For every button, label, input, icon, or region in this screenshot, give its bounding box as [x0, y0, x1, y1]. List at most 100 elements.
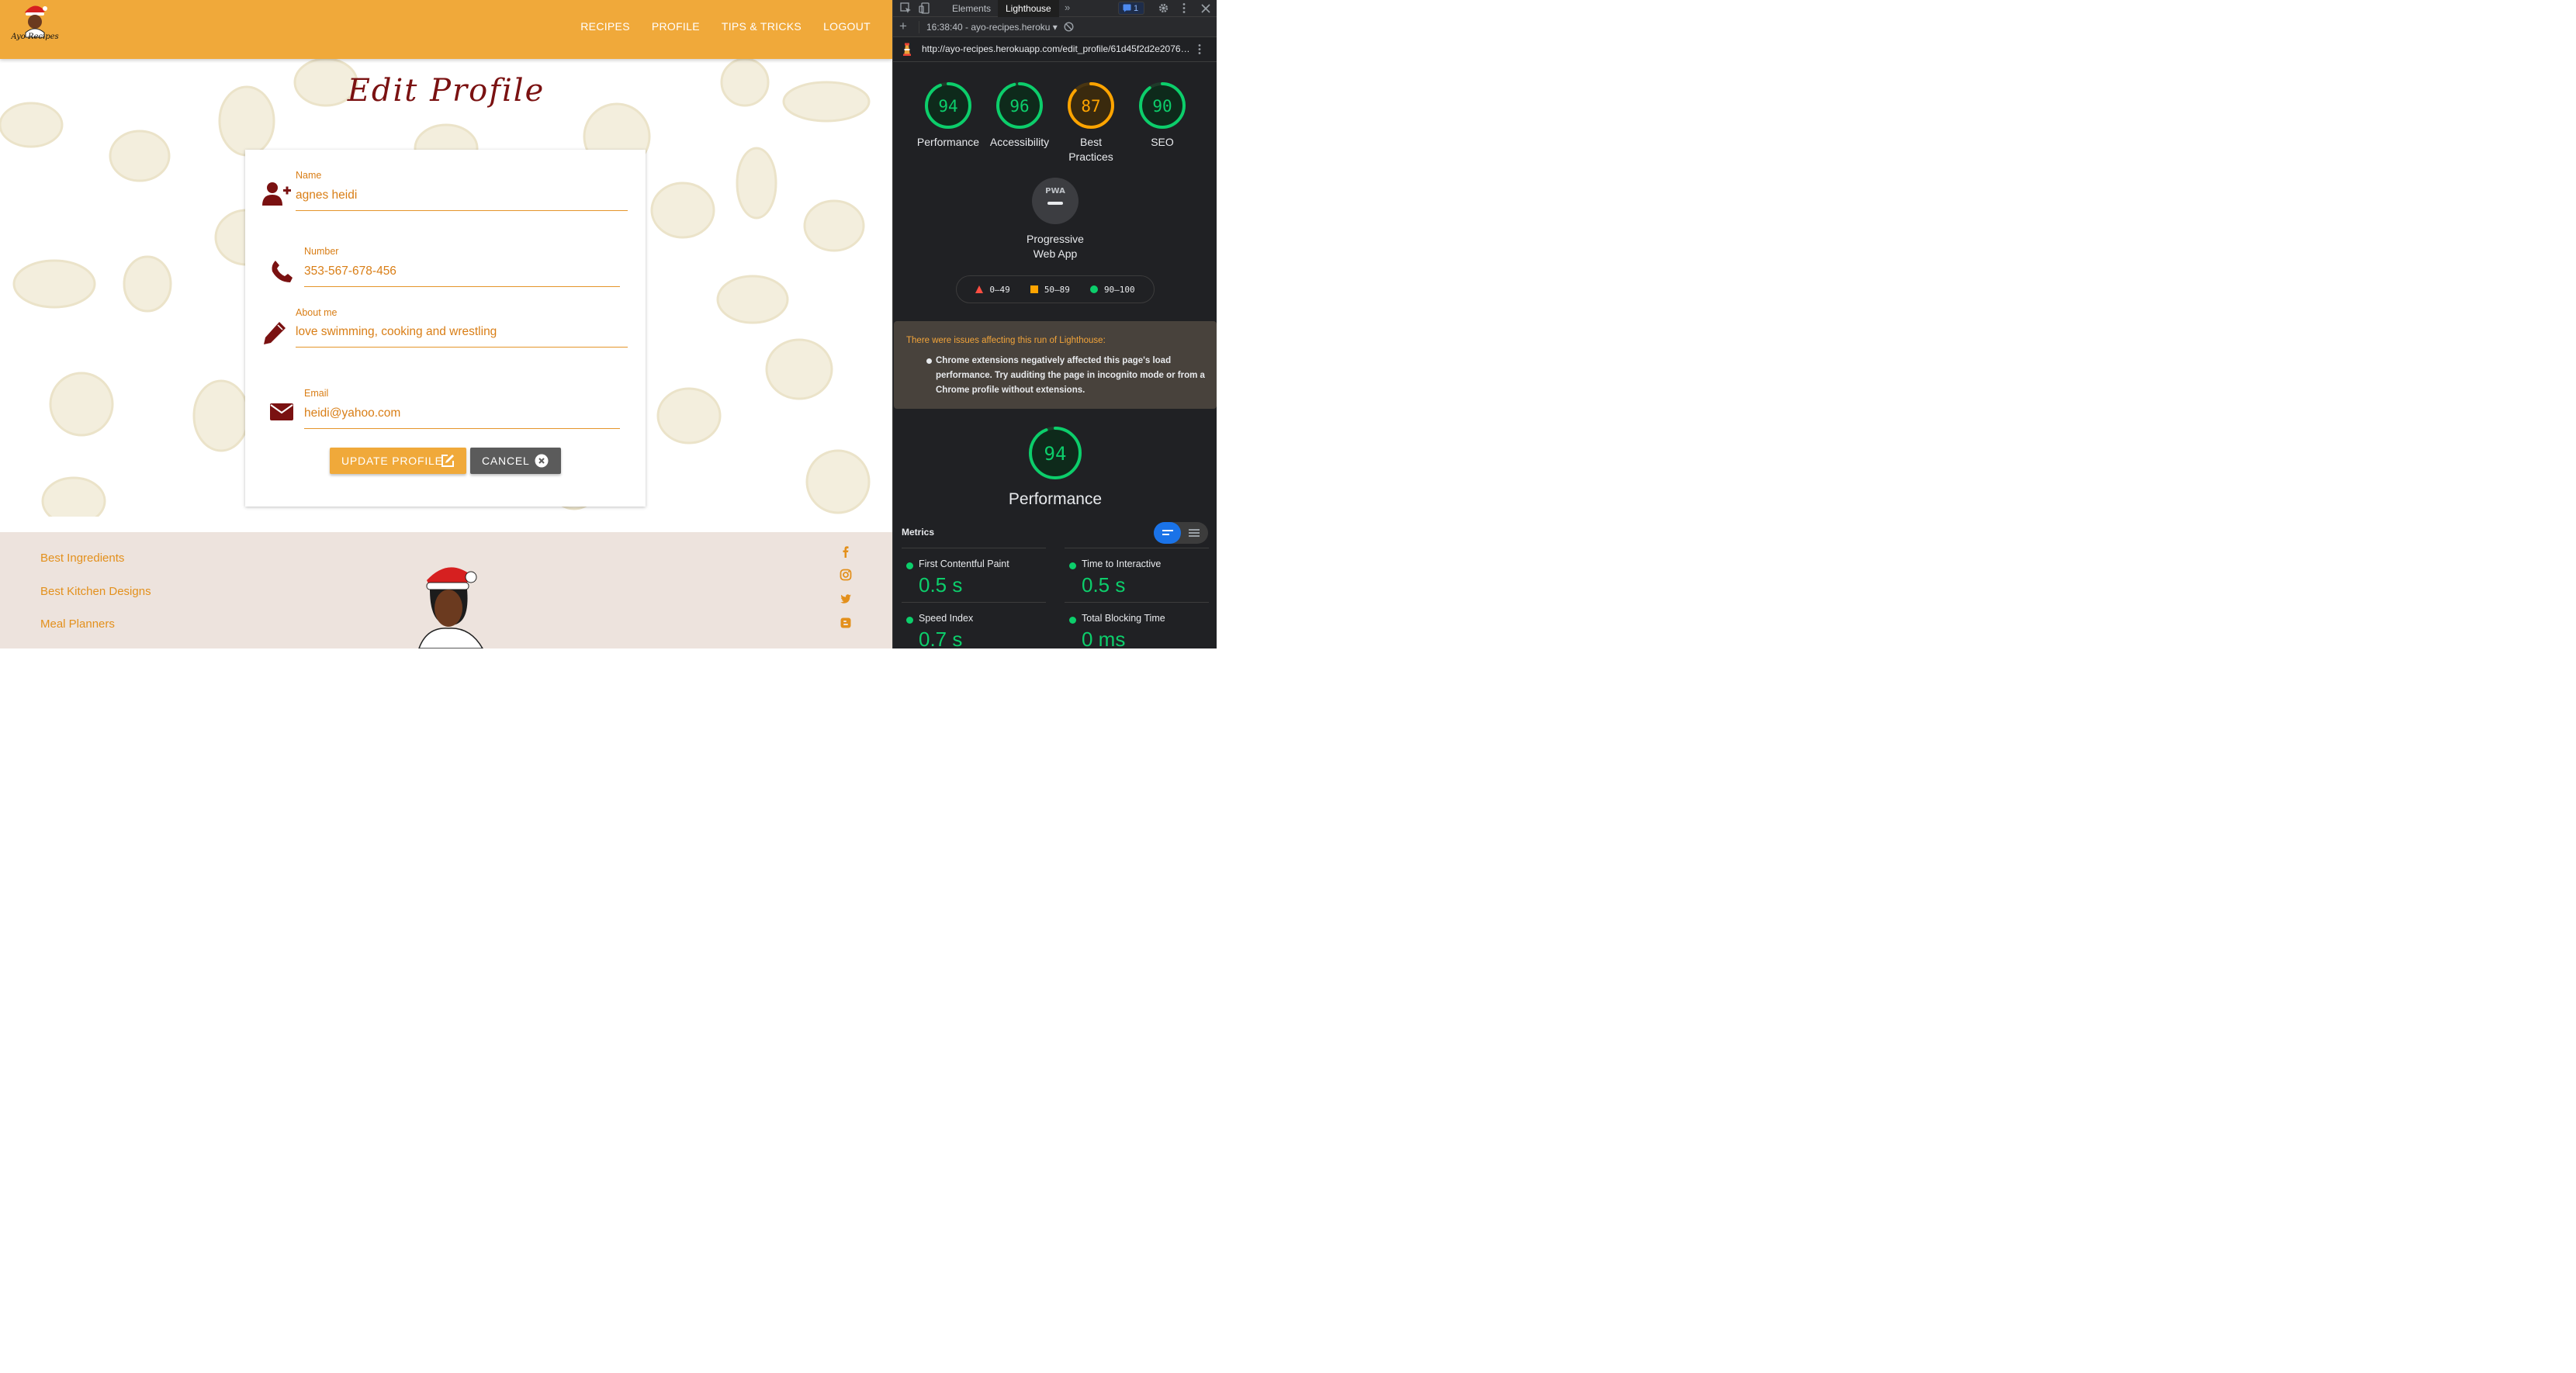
score-legend: 0–49 50–89 90–100 [956, 275, 1155, 303]
report-url[interactable]: http://ayo-recipes.herokuapp.com/edit_pr… [922, 43, 1190, 54]
metrics-view-toggle[interactable] [1154, 522, 1208, 544]
nav-logout[interactable]: LOGOUT [823, 20, 871, 33]
pencil-icon [262, 320, 287, 345]
metric-name: Time to Interactive [1082, 559, 1162, 569]
report-url-bar: http://ayo-recipes.herokuapp.com/edit_pr… [893, 37, 1217, 62]
number-label: Number [304, 246, 339, 257]
lighthouse-toolbar: + 16:38:40 - ayo-recipes.heroku ▾ [893, 17, 1217, 37]
name-input[interactable]: agnes heidi [296, 188, 628, 211]
number-input[interactable]: 353-567-678-456 [304, 265, 620, 287]
more-tabs-icon[interactable]: » [1065, 2, 1070, 13]
nav-tips-tricks[interactable]: TIPS & TRICKS [722, 20, 802, 33]
compact-view-icon [1162, 530, 1173, 535]
accessibility-score: 96 [1009, 97, 1029, 116]
compact-view-button[interactable] [1154, 522, 1181, 544]
metric-name: Speed Index [919, 613, 974, 624]
gauge-pwa[interactable]: PWA Progressive Web App [1016, 177, 1094, 261]
pass-dot-icon [1069, 617, 1076, 624]
metric-name: First Contentful Paint [919, 559, 1009, 569]
pass-dot-icon [1069, 562, 1076, 569]
best-practices-label-line1: Best [1079, 136, 1102, 148]
about-input[interactable]: love swimming, cooking and wrestling [296, 325, 628, 348]
cancel-label: CANCEL [482, 455, 530, 467]
website-viewport: Ayo Recipes RECIPES PROFILE TIPS & TRICK… [0, 0, 892, 648]
warning-message: Chrome extensions negatively affected th… [936, 354, 1205, 398]
performance-large-score: 94 [1044, 443, 1067, 465]
email-input[interactable]: heidi@yahoo.com [304, 406, 620, 429]
metrics-header: Metrics [893, 521, 1217, 545]
performance-section: 94 Performance [893, 425, 1217, 509]
inspect-element-icon[interactable] [900, 2, 912, 18]
edit-icon [441, 454, 455, 470]
phone-icon [269, 259, 294, 284]
svg-text:PWA: PWA [1045, 187, 1065, 195]
report-menu-icon[interactable] [1197, 43, 1202, 59]
best-practices-label-line2: Practices [1068, 150, 1113, 163]
twitter-icon[interactable] [840, 593, 852, 605]
pwa-label-line2: Web App [1033, 247, 1078, 260]
tab-lighthouse[interactable]: Lighthouse [998, 0, 1059, 17]
warning-line2: performance. Try auditing the page in in… [936, 371, 1205, 380]
blogger-icon[interactable] [840, 617, 852, 629]
email-label: Email [304, 388, 329, 399]
kebab-menu-icon[interactable] [1182, 2, 1186, 18]
gauge-best-practices[interactable]: 87 Best Practices [1055, 81, 1127, 164]
pwa-badge-icon: PWA [1032, 178, 1079, 224]
gauge-performance[interactable]: 94 Performance [912, 81, 984, 150]
report-select[interactable]: 16:38:40 - ayo-recipes.heroku ▾ [926, 22, 1058, 33]
warning-bullet [926, 358, 932, 364]
metric-name: Total Blocking Time [1082, 613, 1165, 624]
seo-score: 90 [1152, 97, 1172, 116]
metric-first-contentful-paint: First Contentful Paint 0.5 s [902, 548, 1046, 602]
settings-gear-icon[interactable] [1158, 2, 1169, 18]
update-profile-label: UPDATE PROFILE [341, 455, 443, 467]
best-practices-label: Best Practices [1055, 135, 1127, 164]
site-logo[interactable]: Ayo Recipes [10, 2, 59, 43]
metric-total-blocking-time: Total Blocking Time 0 ms [1065, 602, 1209, 648]
lighthouse-logo-icon [902, 43, 912, 61]
performance-label: Performance [916, 136, 980, 148]
best-practices-score-ring: 87 [1068, 82, 1114, 129]
seo-score-ring: 90 [1139, 82, 1186, 129]
svg-text:Ayo Recipes: Ayo Recipes [11, 33, 59, 41]
site-header: Ayo Recipes RECIPES PROFILE TIPS & TRICK… [0, 0, 892, 59]
facebook-icon[interactable] [840, 545, 852, 558]
gauge-seo[interactable]: 90 SEO [1127, 81, 1198, 150]
new-report-icon[interactable]: + [899, 19, 907, 34]
issues-badge[interactable]: 1 [1118, 2, 1144, 15]
clear-reports-icon[interactable] [1064, 22, 1074, 36]
gauge-accessibility[interactable]: 96 Accessibility [984, 81, 1055, 150]
pass-dot-icon [906, 617, 913, 624]
legend-pass: 90–100 [1089, 285, 1135, 295]
nav-recipes[interactable]: RECIPES [580, 20, 630, 33]
warning-line1: Chrome extensions negatively affected th… [936, 356, 1172, 365]
nav-profile[interactable]: PROFILE [652, 20, 700, 33]
pwa-label: Progressive Web App [1016, 232, 1094, 261]
tab-elements[interactable]: Elements [944, 0, 999, 17]
performance-score: 94 [938, 97, 957, 116]
expanded-view-icon[interactable] [1189, 529, 1200, 537]
message-icon [1123, 4, 1131, 12]
edit-profile-form: Name agnes heidi Number 353-567-678-456 … [245, 150, 646, 507]
envelope-icon [270, 403, 295, 427]
device-toolbar-icon[interactable] [919, 2, 930, 18]
cancel-button[interactable]: CANCEL [470, 448, 561, 474]
footer-link-meal-planners[interactable]: Meal Planners [40, 617, 115, 631]
add-user-icon [262, 182, 291, 206]
footer-chef-logo [396, 563, 489, 648]
site-footer: Best Ingredients Best Kitchen Designs Me… [0, 532, 892, 648]
accessibility-label: Accessibility [989, 136, 1050, 148]
footer-link-ingredients[interactable]: Best Ingredients [40, 552, 124, 565]
pass-dot-icon [906, 562, 913, 569]
main-nav: RECIPES PROFILE TIPS & TRICKS LOGOUT [580, 20, 871, 33]
performance-heading: Performance [1008, 490, 1103, 508]
footer-link-kitchen-designs[interactable]: Best Kitchen Designs [40, 585, 151, 598]
close-devtools-icon[interactable] [1201, 3, 1210, 17]
update-profile-button[interactable]: UPDATE PROFILE [330, 448, 466, 474]
metric-value: 0.7 s [919, 628, 963, 648]
page-title: Edit Profile [347, 73, 545, 109]
name-label: Name [296, 170, 322, 181]
metric-value: 0.5 s [919, 573, 963, 597]
instagram-icon[interactable] [840, 569, 852, 581]
metric-time-to-interactive: Time to Interactive 0.5 s [1065, 548, 1209, 602]
